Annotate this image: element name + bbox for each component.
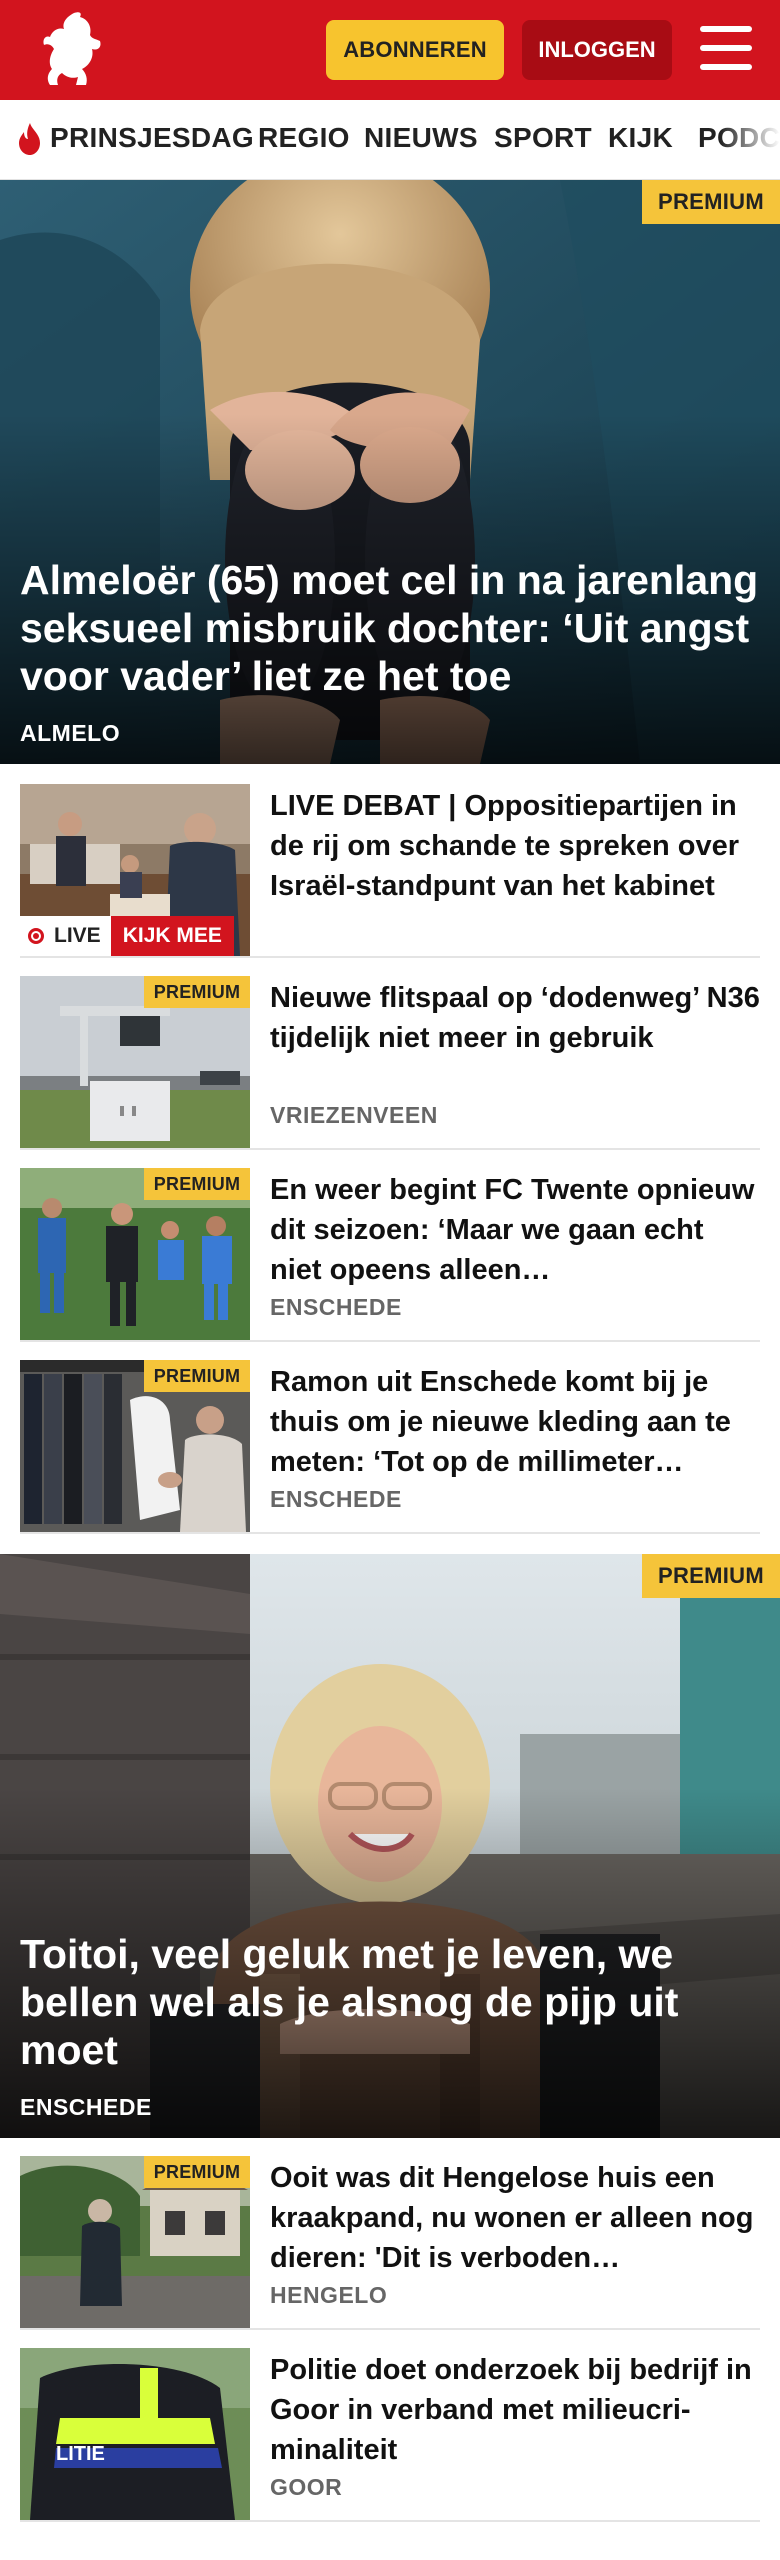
nav-item-sport[interactable]: SPORT bbox=[494, 122, 592, 154]
login-button[interactable]: INLOGGEN bbox=[522, 20, 672, 80]
thumbnail-text: LITIE bbox=[56, 2443, 105, 2465]
section-nav: PRINSJESDAG REGIO NIEUWS SPORT KIJK PODC… bbox=[0, 100, 780, 180]
nav-item-kijk[interactable]: KIJK bbox=[608, 122, 673, 154]
subscribe-button[interactable]: ABONNEREN bbox=[326, 20, 504, 80]
hamburger-menu-icon[interactable] bbox=[700, 24, 752, 72]
hero-title[interactable]: Toitoi, veel geluk met je leven, we bell… bbox=[20, 1930, 760, 2074]
flame-icon bbox=[16, 122, 44, 156]
list-item[interactable]: LIVE KIJK MEE LIVE DEBAT | Oppositiepart… bbox=[20, 784, 760, 958]
live-label: LIVE bbox=[20, 916, 111, 956]
live-indicator[interactable]: LIVE KIJK MEE bbox=[20, 916, 234, 956]
article-title[interactable]: En weer begint FC Twente opnieuw dit sei… bbox=[270, 1170, 760, 1290]
live-text: LIVE bbox=[54, 924, 101, 947]
list-item[interactable]: PREMIUM Ooit was dit Hengelose huis een … bbox=[20, 2156, 760, 2330]
premium-badge: PREMIUM bbox=[642, 180, 780, 224]
hero-title[interactable]: Almeloër (65) moet cel in na jarenlang s… bbox=[20, 556, 760, 700]
premium-badge: PREMIUM bbox=[642, 1554, 780, 1598]
list-item[interactable]: PREMIUM Nieuwe flitspaal op ‘dodenweg’ N… bbox=[20, 976, 760, 1150]
list-item[interactable]: PREMIUM Ramon uit Enschede komt bij je t… bbox=[20, 1360, 760, 1534]
article-thumbnail: LIVE KIJK MEE bbox=[20, 784, 250, 956]
nav-fade bbox=[720, 100, 780, 179]
hero-location: ALMELO bbox=[20, 720, 121, 746]
nav-item-regio[interactable]: REGIO bbox=[258, 122, 350, 154]
watch-button[interactable]: KIJK MEE bbox=[110, 916, 234, 956]
premium-badge: PREMIUM bbox=[144, 2156, 250, 2188]
hero-article[interactable]: PREMIUM Toitoi, veel geluk met je leven,… bbox=[0, 1554, 780, 2138]
hero-location: ENSCHEDE bbox=[20, 2094, 152, 2120]
article-thumbnail: PREMIUM bbox=[20, 2156, 250, 2328]
top-bar: ABONNEREN INLOGGEN bbox=[0, 0, 780, 100]
nav-item-prinsjesdag[interactable]: PRINSJESDAG bbox=[50, 122, 254, 154]
live-dot-icon bbox=[28, 928, 44, 944]
article-location: GOOR bbox=[270, 2474, 343, 2500]
article-thumbnail: PREMIUM bbox=[20, 1360, 250, 1532]
article-location: ENSCHEDE bbox=[270, 1486, 402, 1512]
premium-badge: PREMIUM bbox=[144, 1360, 250, 1392]
article-location: HENGELO bbox=[270, 2282, 388, 2308]
article-title[interactable]: LIVE DEBAT | Oppositiepartijen in de rij… bbox=[270, 786, 760, 906]
nav-item-nieuws[interactable]: NIEUWS bbox=[364, 122, 478, 154]
article-title[interactable]: Ramon uit Enschede komt bij je thuis om … bbox=[270, 1362, 760, 1482]
article-title[interactable]: Ooit was dit Hengelose huis een kraakpan… bbox=[270, 2158, 760, 2278]
premium-badge: PREMIUM bbox=[144, 976, 250, 1008]
article-title[interactable]: Nieuwe flitspaal op ‘dodenweg’ N36 tijde… bbox=[270, 978, 760, 1058]
tubantia-horse-icon[interactable] bbox=[36, 9, 108, 91]
hero-article[interactable]: PREMIUM Almeloër (65) moet cel in na jar… bbox=[0, 180, 780, 764]
list-item[interactable]: LITIE Politie doet onderzoek bij bedrijf… bbox=[20, 2348, 760, 2522]
article-thumbnail: LITIE bbox=[20, 2348, 250, 2520]
premium-badge: PREMIUM bbox=[144, 1168, 250, 1200]
list-item[interactable]: PREMIUM En weer begint FC Twente opnieuw… bbox=[20, 1168, 760, 1342]
article-thumbnail: PREMIUM bbox=[20, 1168, 250, 1340]
article-location: VRIEZENVEEN bbox=[270, 1102, 438, 1128]
article-thumbnail: PREMIUM bbox=[20, 976, 250, 1148]
article-location: ENSCHEDE bbox=[270, 1294, 402, 1320]
article-title[interactable]: Politie doet onderzoek bij bedrijf in Go… bbox=[270, 2350, 760, 2470]
